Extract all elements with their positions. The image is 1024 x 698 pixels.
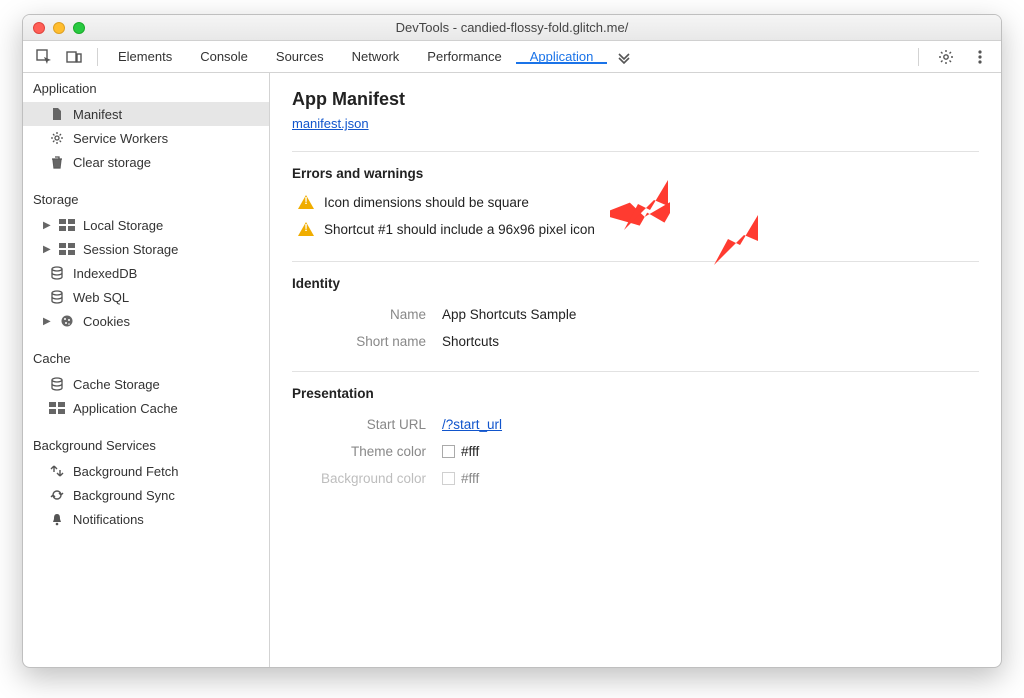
sidebar-item-label: Manifest (73, 107, 122, 122)
traffic-lights (23, 22, 85, 34)
gear-icon (49, 130, 65, 146)
start-url-label: Start URL (292, 417, 442, 432)
sidebar-item-label: Local Storage (83, 218, 163, 233)
tab-application[interactable]: Application (516, 49, 608, 64)
identity-section: Identity Name App Shortcuts Sample Short… (292, 261, 979, 355)
sidebar-item-label: Background Fetch (73, 464, 179, 479)
theme-color-value: #fff (442, 444, 479, 459)
start-url-row: Start URL /?start_url (292, 411, 979, 438)
identity-name-row: Name App Shortcuts Sample (292, 301, 979, 328)
identity-shortname-row: Short name Shortcuts (292, 328, 979, 355)
sidebar-item-local-storage[interactable]: ▶ Local Storage (23, 213, 269, 237)
content-area: Application Manifest Service Workers Cle… (23, 73, 1001, 667)
identity-shortname-label: Short name (292, 334, 442, 349)
sidebar-item-application-cache[interactable]: Application Cache (23, 396, 269, 420)
inspect-element-icon[interactable] (31, 44, 57, 70)
background-color-value: #fff (442, 471, 479, 486)
tab-elements[interactable]: Elements (104, 49, 186, 64)
toolbar-divider (918, 48, 919, 66)
more-menu-icon[interactable] (967, 44, 993, 70)
db-icon (49, 265, 65, 281)
sidebar-item-session-storage[interactable]: ▶ Session Storage (23, 237, 269, 261)
trash-icon (49, 154, 65, 170)
devtools-window: DevTools - candied-flossy-fold.glitch.me… (22, 14, 1002, 668)
tab-network[interactable]: Network (338, 49, 414, 64)
sidebar-item-cookies[interactable]: ▶ Cookies (23, 309, 269, 333)
tab-sources[interactable]: Sources (262, 49, 338, 64)
chevron-right-icon: ▶ (43, 316, 51, 327)
device-toolbar-icon[interactable] (61, 44, 87, 70)
tab-console[interactable]: Console (186, 49, 262, 64)
theme-color-label: Theme color (292, 444, 442, 459)
background-color-row: Background color #fff (292, 465, 979, 492)
sidebar-item-service-workers[interactable]: Service Workers (23, 126, 269, 150)
close-window-button[interactable] (33, 22, 45, 34)
db-icon (49, 376, 65, 392)
sidebar-item-label: Web SQL (73, 290, 129, 305)
bell-icon (49, 511, 65, 527)
sidebar-item-label: Service Workers (73, 131, 168, 146)
section-title-presentation: Presentation (292, 386, 979, 401)
sync-icon (49, 487, 65, 503)
sidebar-item-label: Notifications (73, 512, 144, 527)
table-icon (59, 241, 75, 257)
sidebar-item-label: Background Sync (73, 488, 175, 503)
sidebar-section-application: Application (23, 73, 269, 102)
color-swatch (442, 445, 455, 458)
sidebar-item-indexeddb[interactable]: IndexedDB (23, 261, 269, 285)
section-title-identity: Identity (292, 276, 979, 291)
file-icon (49, 106, 65, 122)
toolbar-divider (97, 48, 98, 66)
devtools-tabs: Elements Console Sources Network Perform… (104, 49, 912, 64)
sidebar-section-background-services: Background Services (23, 430, 269, 459)
sidebar-item-clear-storage[interactable]: Clear storage (23, 150, 269, 174)
devtools-toolbar: Elements Console Sources Network Perform… (23, 41, 1001, 73)
sidebar-item-label: Cache Storage (73, 377, 160, 392)
sidebar-item-label: Session Storage (83, 242, 178, 257)
titlebar: DevTools - candied-flossy-fold.glitch.me… (23, 15, 1001, 41)
main-panel: App Manifest manifest.json Errors and wa… (270, 73, 1001, 667)
identity-name-value: App Shortcuts Sample (442, 307, 576, 322)
sidebar-item-background-fetch[interactable]: Background Fetch (23, 459, 269, 483)
manifest-link[interactable]: manifest.json (292, 116, 369, 131)
presentation-section: Presentation Start URL /?start_url Theme… (292, 371, 979, 492)
sidebar-item-label: Application Cache (73, 401, 178, 416)
tab-performance[interactable]: Performance (413, 49, 515, 64)
settings-icon[interactable] (933, 44, 959, 70)
warning-text: Shortcut #1 should include a 96x96 pixel… (324, 222, 595, 237)
warning-icon (298, 222, 314, 236)
sidebar-item-label: Cookies (83, 314, 130, 329)
sidebar-item-cache-storage[interactable]: Cache Storage (23, 372, 269, 396)
table-icon (59, 217, 75, 233)
sidebar-item-label: Clear storage (73, 155, 151, 170)
table-icon (49, 400, 65, 416)
sidebar-item-label: IndexedDB (73, 266, 137, 281)
cookie-icon (59, 313, 75, 329)
sidebar-item-websql[interactable]: Web SQL (23, 285, 269, 309)
db-icon (49, 289, 65, 305)
page-title: App Manifest (292, 89, 979, 110)
chevron-right-icon: ▶ (43, 220, 51, 231)
warning-icon (298, 195, 314, 209)
fetch-icon (49, 463, 65, 479)
application-sidebar: Application Manifest Service Workers Cle… (23, 73, 270, 667)
start-url-link[interactable]: /?start_url (442, 417, 502, 432)
theme-color-row: Theme color #fff (292, 438, 979, 465)
sidebar-item-manifest[interactable]: Manifest (23, 102, 269, 126)
tabs-overflow-button[interactable] (607, 49, 641, 64)
color-swatch (442, 472, 455, 485)
identity-shortname-value: Shortcuts (442, 334, 499, 349)
background-color-label: Background color (292, 471, 442, 486)
sidebar-item-notifications[interactable]: Notifications (23, 507, 269, 531)
minimize-window-button[interactable] (53, 22, 65, 34)
sidebar-section-storage: Storage (23, 184, 269, 213)
window-title: DevTools - candied-flossy-fold.glitch.me… (23, 20, 1001, 35)
maximize-window-button[interactable] (73, 22, 85, 34)
sidebar-item-background-sync[interactable]: Background Sync (23, 483, 269, 507)
identity-name-label: Name (292, 307, 442, 322)
chevron-right-icon: ▶ (43, 244, 51, 255)
warning-text: Icon dimensions should be square (324, 195, 529, 210)
sidebar-section-cache: Cache (23, 343, 269, 372)
